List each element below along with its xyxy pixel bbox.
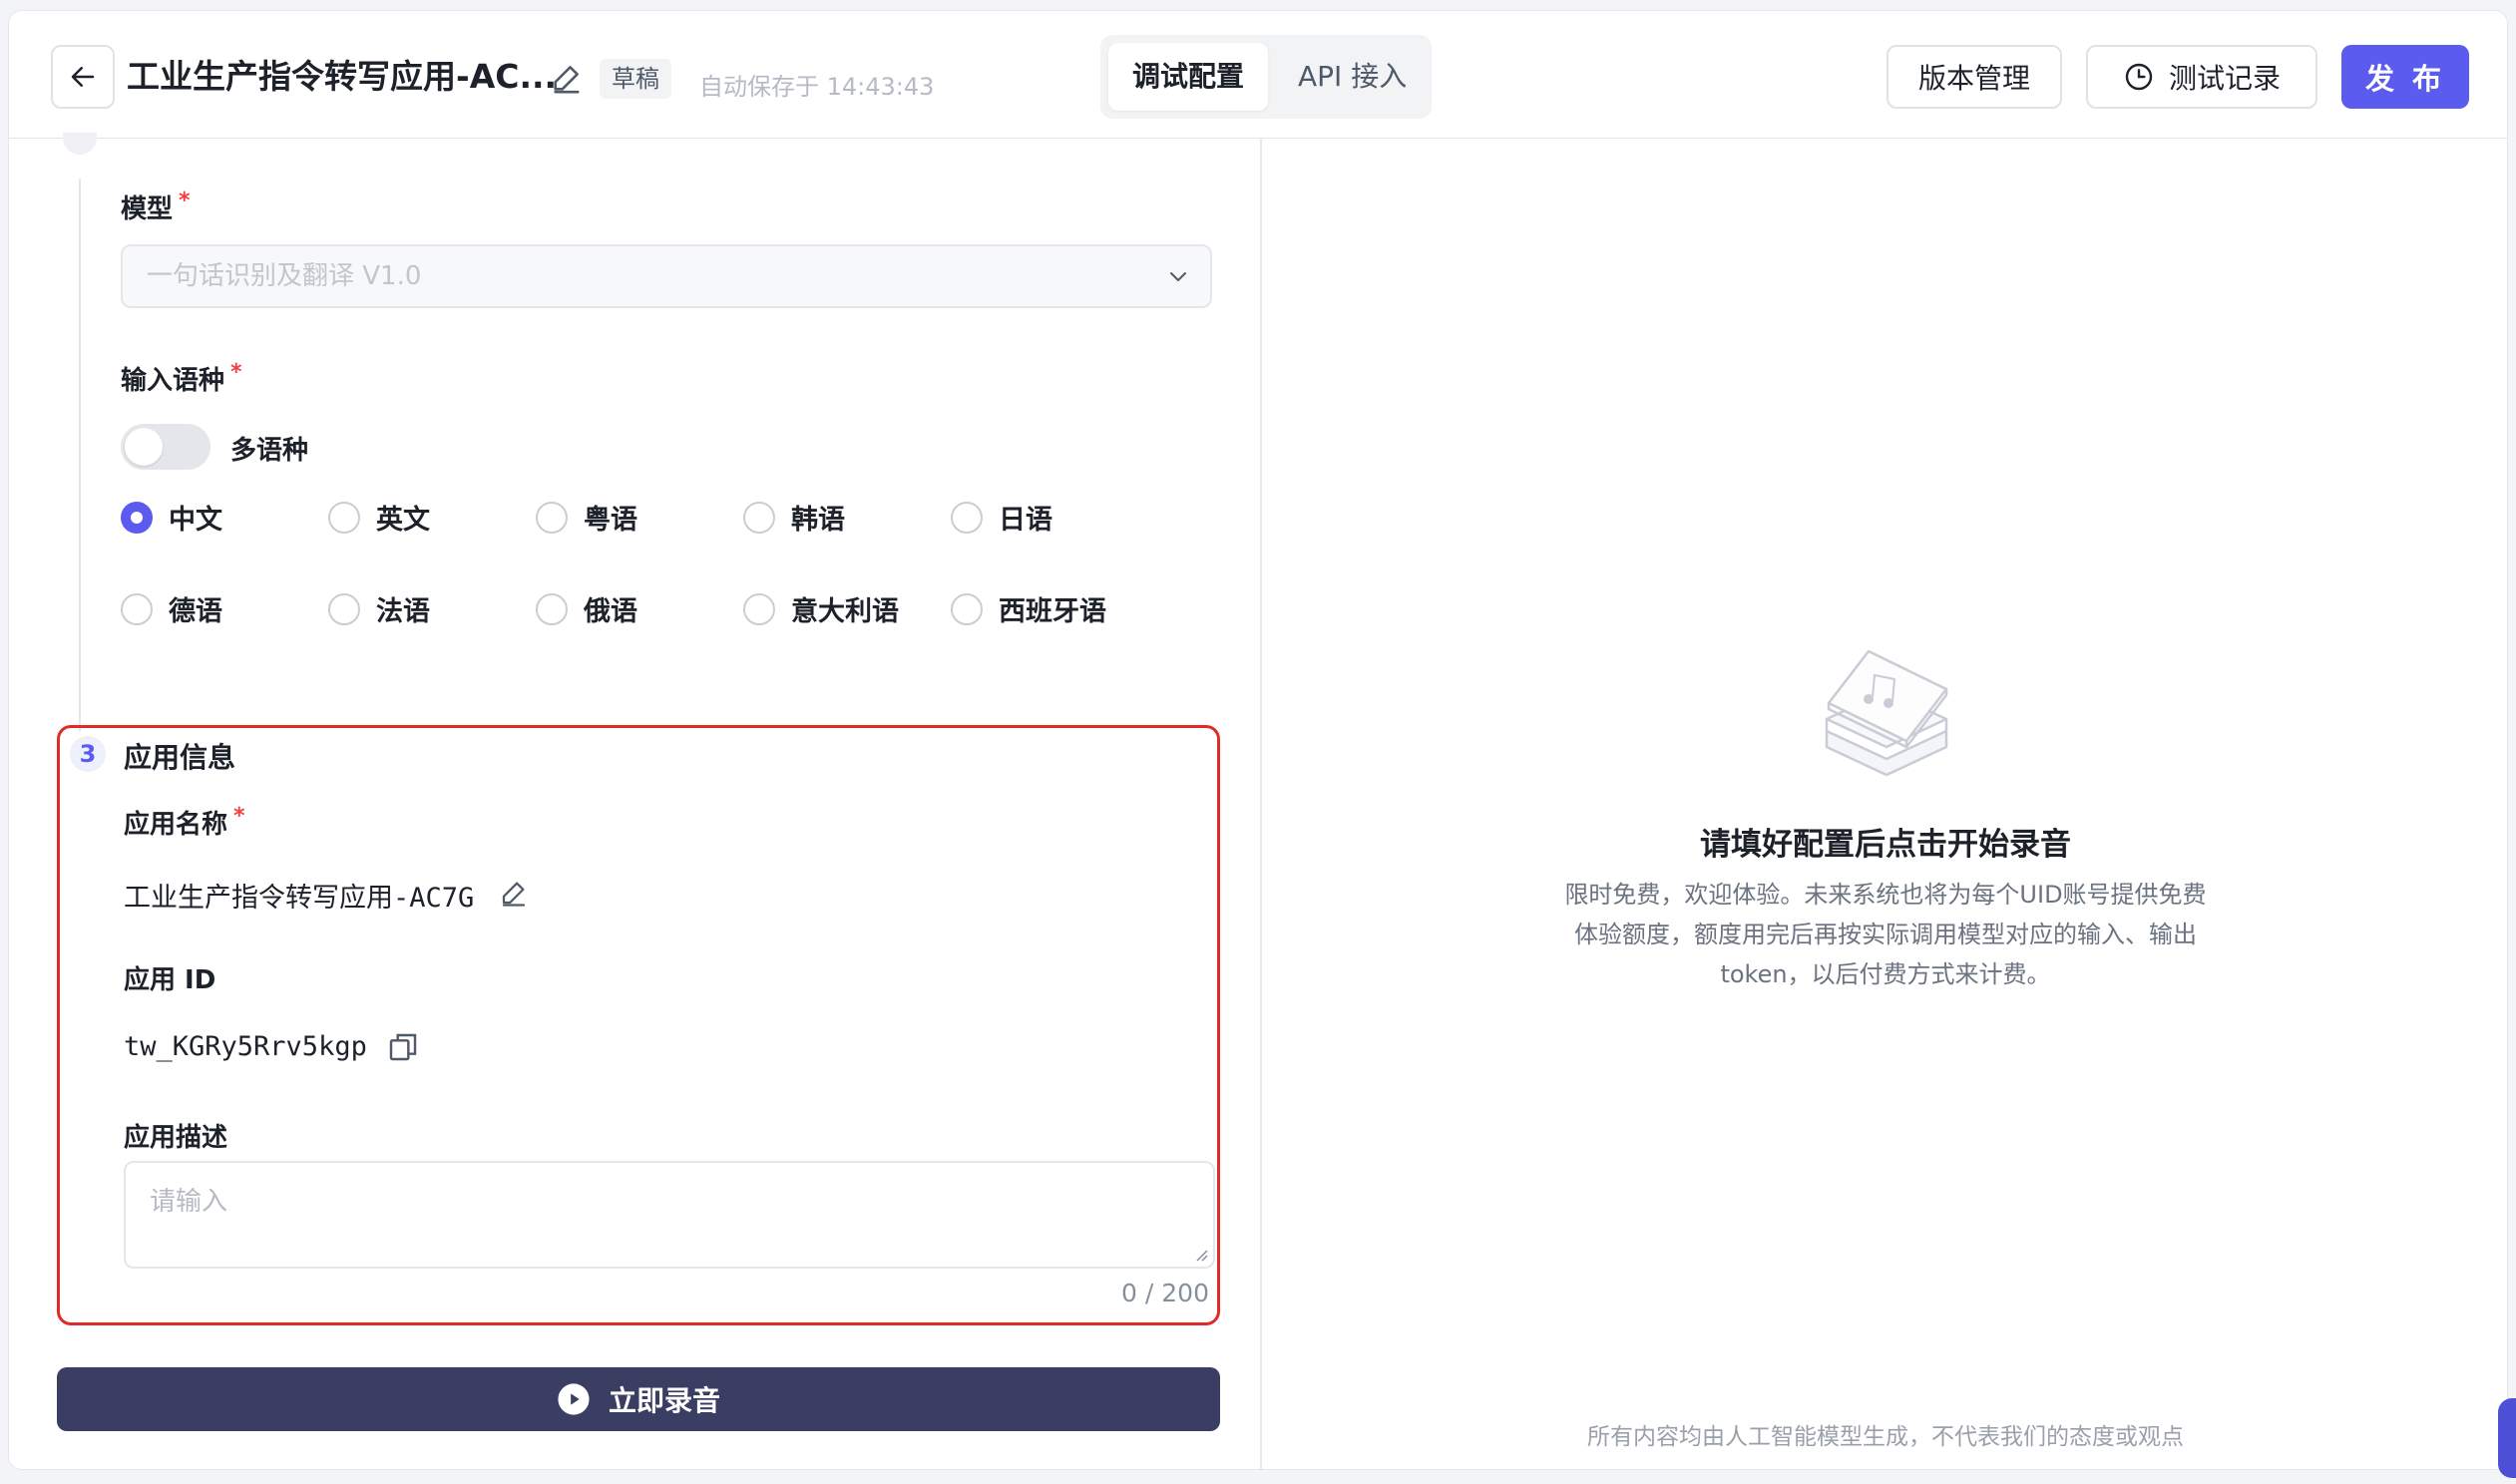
floating-assistant-tab[interactable] bbox=[2498, 1398, 2516, 1478]
pencil-icon[interactable] bbox=[499, 878, 529, 908]
radio-dot bbox=[328, 501, 360, 534]
radio-japanese[interactable]: 日语 bbox=[951, 498, 1052, 537]
copy-icon[interactable] bbox=[387, 1031, 419, 1063]
empty-state-title: 请填好配置后点击开始录音 bbox=[1700, 827, 2071, 863]
app-info-section: 3 应用信息 应用名称 * 工业生产指令转写应用-AC7G 应用 ID tw_KG… bbox=[57, 725, 1220, 1325]
app-description-label: 应用描述 bbox=[124, 1123, 228, 1153]
model-label: 模型 * bbox=[121, 188, 191, 224]
app-description-input[interactable]: 请输入 bbox=[124, 1161, 1215, 1269]
mode-tabs: 调试配置 API 接入 bbox=[1100, 35, 1432, 119]
test-records-label: 测试记录 bbox=[2168, 62, 2281, 95]
publish-button[interactable]: 发 布 bbox=[2341, 45, 2469, 109]
input-language-label: 输入语种 * bbox=[121, 360, 242, 396]
radio-label: 德语 bbox=[169, 596, 222, 627]
radio-dot bbox=[121, 501, 153, 534]
radio-label: 粤语 bbox=[584, 505, 637, 536]
tab-debug-config[interactable]: 调试配置 bbox=[1108, 43, 1269, 111]
music-file-icon bbox=[1825, 649, 1948, 777]
radio-german[interactable]: 德语 bbox=[121, 589, 222, 628]
radio-label: 日语 bbox=[999, 505, 1052, 536]
radio-italian[interactable]: 意大利语 bbox=[743, 589, 899, 628]
model-select[interactable]: 一句话识别及翻译 V1.0 bbox=[121, 244, 1212, 308]
radio-dot bbox=[743, 592, 775, 625]
version-management-label: 版本管理 bbox=[1917, 62, 2030, 95]
play-circle-icon bbox=[558, 1383, 590, 1415]
section-title: 应用信息 bbox=[124, 741, 236, 774]
autosave-status: 自动保存于 14:43:43 bbox=[699, 73, 935, 101]
radio-label: 英文 bbox=[376, 505, 430, 536]
radio-dot bbox=[536, 592, 568, 625]
radio-korean[interactable]: 韩语 bbox=[743, 498, 845, 537]
step-connector-line bbox=[79, 179, 81, 731]
pencil-icon[interactable] bbox=[550, 61, 584, 95]
draft-badge: 草稿 bbox=[600, 59, 671, 99]
toggle-knob bbox=[125, 428, 163, 466]
radio-spanish[interactable]: 西班牙语 bbox=[951, 589, 1106, 628]
radio-cantonese[interactable]: 粤语 bbox=[536, 498, 637, 537]
multi-language-toggle[interactable] bbox=[121, 424, 210, 470]
config-panel: 模型 * 一句话识别及翻译 V1.0 输入语种 * 多语种 中文 英文 粤语 韩语 bbox=[9, 133, 1260, 1469]
arrow-left-icon bbox=[71, 67, 95, 87]
model-select-value: 一句话识别及翻译 V1.0 bbox=[147, 261, 422, 291]
radio-label: 俄语 bbox=[584, 596, 637, 627]
radio-english[interactable]: 英文 bbox=[328, 498, 430, 537]
app-name-label: 应用名称 * bbox=[124, 804, 245, 840]
multi-language-label: 多语种 bbox=[230, 436, 309, 466]
app-id-value: tw_KGRy5Rrv5kgp bbox=[124, 1031, 367, 1062]
radio-chinese[interactable]: 中文 bbox=[121, 498, 222, 537]
ai-disclaimer: 所有内容均由人工智能模型生成，不代表我们的态度或观点 bbox=[1587, 1424, 2184, 1450]
radio-label: 中文 bbox=[169, 505, 222, 536]
radio-dot bbox=[743, 501, 775, 534]
chevron-down-icon bbox=[1170, 272, 1186, 281]
preview-panel: 请填好配置后点击开始录音 限时免费，欢迎体验。未来系统也将为每个UID账号提供免… bbox=[1262, 139, 2507, 1469]
app-window: 工业生产指令转写应用-AC... 草稿 自动保存于 14:43:43 调试配置 … bbox=[8, 10, 2508, 1470]
radio-dot bbox=[951, 501, 983, 534]
radio-dot bbox=[328, 592, 360, 625]
description-placeholder: 请输入 bbox=[150, 1187, 228, 1217]
empty-state-description: 限时免费，欢迎体验。未来系统也将为每个UID账号提供免费体验额度，额度用完后再按… bbox=[1564, 881, 2207, 988]
radio-dot bbox=[951, 592, 983, 625]
radio-dot bbox=[536, 501, 568, 534]
step-number: 3 bbox=[70, 736, 106, 772]
top-header: 工业生产指令转写应用-AC... 草稿 自动保存于 14:43:43 调试配置 … bbox=[9, 11, 2507, 139]
version-management-button[interactable]: 版本管理 bbox=[1887, 45, 2062, 109]
clock-icon bbox=[2125, 63, 2153, 91]
radio-label: 西班牙语 bbox=[999, 596, 1106, 627]
radio-dot bbox=[121, 592, 153, 625]
record-now-label: 立即录音 bbox=[608, 1384, 720, 1417]
description-char-counter: 0 / 200 bbox=[1121, 1279, 1209, 1307]
app-title: 工业生产指令转写应用-AC... bbox=[127, 57, 558, 96]
resize-handle-icon[interactable] bbox=[1193, 1247, 1209, 1263]
app-id-label: 应用 ID bbox=[124, 965, 216, 995]
radio-russian[interactable]: 俄语 bbox=[536, 589, 637, 628]
radio-label: 韩语 bbox=[791, 505, 845, 536]
step-marker bbox=[63, 133, 97, 155]
radio-label: 法语 bbox=[376, 596, 430, 627]
tab-api-access[interactable]: API 接入 bbox=[1274, 43, 1431, 111]
radio-french[interactable]: 法语 bbox=[328, 589, 430, 628]
app-name-text: 工业生产指令转写应用-AC7G bbox=[124, 883, 475, 914]
radio-label: 意大利语 bbox=[791, 596, 899, 627]
test-records-button[interactable]: 测试记录 bbox=[2086, 45, 2317, 109]
back-button[interactable] bbox=[51, 45, 115, 109]
record-now-button[interactable]: 立即录音 bbox=[57, 1367, 1220, 1431]
app-name-value: 工业生产指令转写应用-AC7G bbox=[124, 876, 474, 915]
